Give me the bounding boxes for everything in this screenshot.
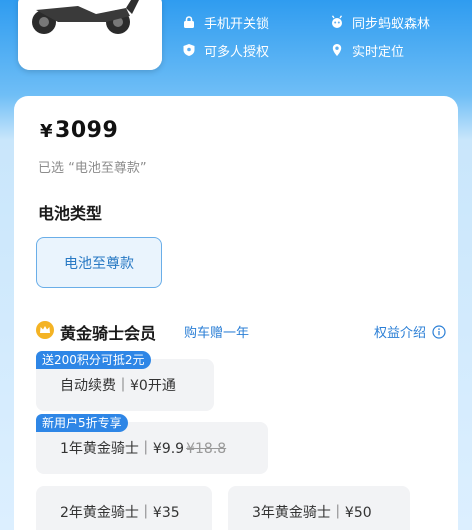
lock-icon bbox=[184, 16, 194, 28]
currency-symbol: ¥ bbox=[40, 121, 54, 142]
ant-icon bbox=[331, 15, 343, 28]
shield-icon bbox=[183, 44, 195, 56]
battery-type-title: 电池类型 bbox=[38, 204, 103, 223]
feature-label: 手机开关锁 bbox=[204, 16, 270, 32]
feature-multi-auth: 可多人授权 bbox=[182, 42, 330, 60]
membership-title: 黄金骑士会员 bbox=[60, 324, 157, 343]
price: ¥3099 bbox=[40, 118, 118, 143]
benefits-link[interactable]: 权益介绍 bbox=[374, 322, 446, 341]
selected-variant-text: 已选 “电池至尊款” bbox=[38, 161, 147, 176]
feature-ant-forest: 同步蚂蚁森林 bbox=[330, 14, 460, 32]
original-price: ¥18.8 bbox=[186, 441, 227, 457]
plan-tag: 送200积分可抵2元 bbox=[36, 351, 151, 369]
battery-option-selected[interactable]: 电池至尊款 bbox=[36, 237, 162, 288]
feature-label: 可多人授权 bbox=[204, 44, 270, 60]
plan-tag: 新用户5折专享 bbox=[36, 414, 128, 432]
feature-realtime-location: 实时定位 bbox=[330, 42, 460, 60]
feature-label: 同步蚂蚁森林 bbox=[352, 16, 431, 32]
crown-icon bbox=[36, 321, 54, 339]
product-options-card: ¥3099 已选 “电池至尊款” 电池类型 电池至尊款 黄金骑士会员 购车赠一年… bbox=[14, 96, 458, 530]
info-icon bbox=[432, 324, 446, 339]
plan-label: 自动续费｜¥0开通 bbox=[60, 378, 176, 394]
membership-header: 黄金骑士会员 购车赠一年 权益介绍 bbox=[36, 320, 446, 343]
plan-2-year[interactable]: 2年黄金骑士｜¥35 bbox=[36, 486, 212, 530]
product-image[interactable] bbox=[18, 0, 162, 70]
membership-promo: 购车赠一年 bbox=[184, 326, 250, 341]
plan-label: 3年黄金骑士｜¥50 bbox=[252, 505, 372, 521]
feature-phone-lock: 手机开关锁 bbox=[182, 14, 330, 32]
benefits-link-label: 权益介绍 bbox=[373, 326, 426, 341]
price-value: 3099 bbox=[55, 118, 119, 143]
scooter-image bbox=[18, 0, 162, 70]
location-pin-icon bbox=[332, 44, 342, 56]
plan-label: 1年黄金骑士｜¥9.9 ¥18.8 bbox=[60, 441, 227, 457]
feature-label: 实时定位 bbox=[352, 44, 405, 60]
feature-list: 手机开关锁 同步蚂蚁森林 可多人授权 实时定位 bbox=[182, 14, 462, 60]
plan-3-year[interactable]: 3年黄金骑士｜¥50 bbox=[228, 486, 410, 530]
plan-label: 2年黄金骑士｜¥35 bbox=[60, 505, 180, 521]
